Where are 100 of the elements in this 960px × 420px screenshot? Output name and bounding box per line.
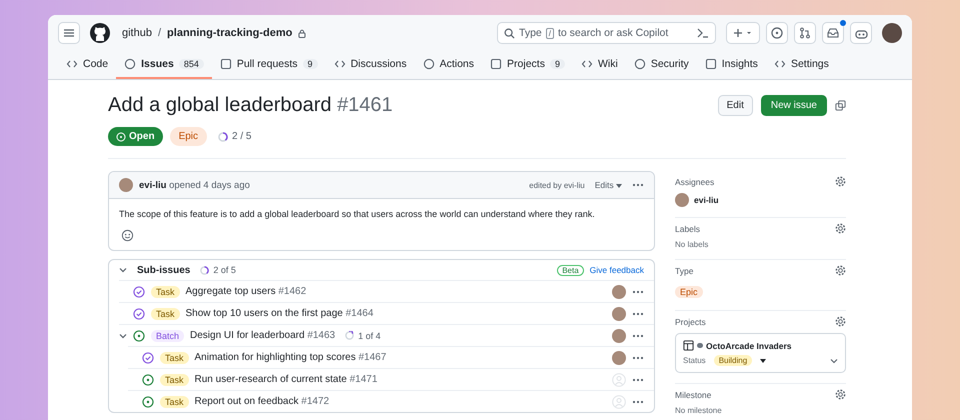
more-icon[interactable] [632, 290, 644, 294]
repo-tab[interactable]: Security [626, 51, 697, 79]
sub-issues-heading: Sub-issues [137, 264, 190, 276]
repo-tab[interactable]: Projects 9 [482, 51, 573, 79]
repo-tab[interactable]: Discussions [326, 51, 415, 79]
status-dropdown[interactable]: Building [714, 355, 752, 366]
issue-type-label: Epic [170, 127, 208, 146]
edited-note: edited by evi-liu [529, 180, 585, 190]
projects-heading: Projects [675, 316, 706, 326]
assignee-name[interactable]: evi-liu [694, 195, 719, 205]
milestone-empty-text: No milestone [675, 406, 723, 415]
settings-icon[interactable] [835, 316, 846, 327]
new-issue-button[interactable]: New issue [760, 95, 827, 116]
github-logo-icon[interactable] [90, 23, 110, 43]
project-emoji-icon [697, 343, 703, 348]
labels-empty-text: No labels [675, 240, 710, 249]
copy-icon[interactable] [835, 100, 846, 111]
progress-label: 2 / 5 [214, 131, 256, 142]
open-circle-icon [116, 132, 126, 142]
repo-tab[interactable]: Code [58, 51, 116, 79]
repo-tab[interactable]: Actions [414, 51, 482, 79]
issue-type-label: Task [151, 308, 180, 320]
progress-label: 1 of 4 [341, 330, 385, 340]
more-icon[interactable] [632, 356, 644, 360]
inbox-button[interactable] [822, 22, 844, 44]
progress-ring-icon [200, 266, 210, 274]
settings-icon[interactable] [835, 265, 846, 276]
beta-badge: Beta [557, 264, 584, 276]
tab-icon [704, 58, 717, 70]
tab-icon [220, 58, 232, 70]
project-name[interactable]: OctoArcade Invaders [706, 340, 792, 350]
chevron-icon[interactable] [119, 267, 127, 273]
sub-issue-link[interactable]: Animation for highlighting top scores #1467 [194, 352, 386, 363]
issue-type-label: Task [151, 286, 180, 298]
type-heading: Type [675, 266, 694, 276]
sub-issue-link[interactable]: Show top 10 users on the first page #1464 [186, 308, 374, 319]
repo-tab[interactable]: Pull requests 9 [212, 51, 326, 79]
issue-type-label: Batch [151, 330, 184, 342]
pull-requests-button[interactable] [794, 22, 816, 44]
more-icon[interactable] [632, 183, 644, 187]
progress-ring-icon [345, 331, 354, 340]
tab-icon [124, 58, 136, 70]
issue-type-label: Task [160, 352, 189, 364]
assignee-avatar [675, 193, 689, 207]
edit-button[interactable]: Edit [718, 95, 753, 116]
user-avatar[interactable] [882, 23, 902, 43]
tab-icon [490, 58, 502, 70]
owner-link[interactable]: github [122, 27, 152, 39]
menu-icon [63, 27, 75, 39]
chevron-icon[interactable] [830, 358, 838, 364]
caret-icon[interactable] [760, 358, 766, 362]
more-icon[interactable] [632, 334, 644, 338]
tab-icon [774, 58, 786, 70]
status-label: Status [683, 356, 706, 365]
terminal-icon[interactable] [697, 28, 709, 38]
repo-tab[interactable]: Issues 854 [116, 51, 212, 79]
chevron-icon[interactable] [119, 332, 127, 338]
settings-icon[interactable] [835, 223, 846, 234]
repo-link[interactable]: planning-tracking-demo [167, 27, 292, 39]
more-icon[interactable] [632, 400, 644, 404]
progress-label: 2 of 5 [196, 265, 240, 275]
author-avatar [119, 178, 133, 192]
tab-icon [66, 58, 78, 70]
path-separator: / [158, 27, 162, 39]
edits-dropdown[interactable]: Edits [590, 180, 626, 190]
sub-issue-link[interactable]: Run user-research of current state #1471 [194, 374, 378, 385]
more-icon[interactable] [632, 312, 644, 316]
more-icon[interactable] [632, 378, 644, 382]
repo-tab[interactable]: Settings [766, 51, 837, 79]
tab-icon [580, 58, 593, 70]
sub-issue-link[interactable]: Design UI for leaderboard #1463 [190, 330, 336, 341]
copilot-button[interactable] [850, 22, 872, 44]
issue-type-label: Task [160, 396, 189, 408]
repo-tab[interactable]: Insights [696, 51, 766, 79]
tab-icon [634, 58, 646, 70]
inbox-icon [827, 27, 839, 39]
repo-tab[interactable]: Wiki [572, 51, 626, 79]
table-icon [683, 340, 694, 351]
create-button[interactable] [726, 22, 760, 44]
sub-issue-link[interactable]: Report out on feedback #1472 [194, 396, 330, 407]
issue-type-label: Task [160, 374, 189, 386]
feedback-link[interactable]: Give feedback [590, 265, 644, 275]
settings-icon[interactable] [835, 176, 846, 187]
issues-button[interactable] [766, 22, 788, 44]
comment-body: The scope of this feature is to add a global leaderboard so that users across the world can understand where they rank. [119, 209, 596, 219]
progress-ring-icon [218, 132, 228, 142]
search-field[interactable]: Type / to search or ask Copilot [497, 22, 716, 44]
lock-icon [298, 28, 306, 38]
labels-heading: Labels [675, 224, 700, 234]
menu-button[interactable] [58, 22, 80, 44]
issue-title: Add a global leaderboard #1461 [108, 94, 394, 117]
copilot-icon [854, 28, 868, 38]
plus-caret-icon [733, 28, 753, 38]
sub-issue-link[interactable]: Aggregate top users #1462 [186, 286, 306, 297]
issue-type-label: Epic [675, 286, 703, 298]
tab-icon [334, 58, 346, 70]
add-reaction-icon[interactable] [121, 229, 134, 242]
tab-icon [422, 58, 435, 70]
pull-request-icon [799, 27, 811, 39]
settings-icon[interactable] [835, 389, 846, 400]
